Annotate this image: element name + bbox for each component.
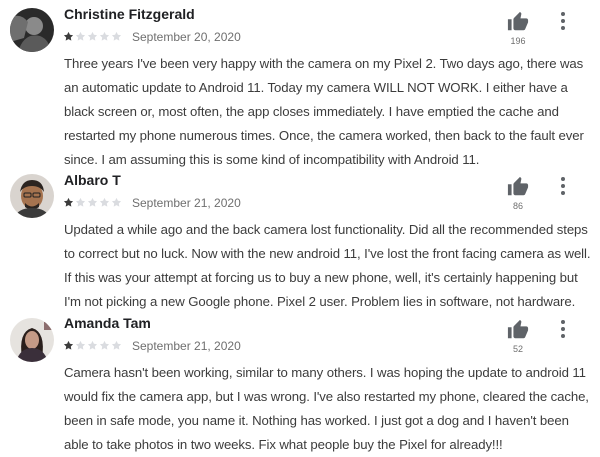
reviewer-name: Christine Fitzgerald [64, 6, 195, 22]
star-empty-icon [87, 197, 98, 207]
star-rating [63, 197, 122, 209]
star-rating [63, 31, 122, 43]
star-rating [63, 340, 122, 352]
review-date: September 20, 2020 [132, 30, 241, 44]
avatar [10, 174, 54, 218]
reviewer-name: Amanda Tam [64, 315, 151, 331]
more-vert-icon[interactable] [556, 11, 570, 31]
reviewer-name: Albaro T [64, 172, 121, 188]
thumb-up-icon[interactable] [507, 319, 529, 341]
helpful-count: 52 [512, 344, 523, 354]
review-date: September 21, 2020 [132, 196, 241, 210]
helpful-count: 86 [512, 201, 523, 211]
more-vert-icon[interactable] [556, 319, 570, 339]
star-empty-icon [75, 31, 86, 41]
avatar [10, 8, 54, 52]
review-text: Updated a while ago and the back camera … [64, 222, 591, 309]
star-filled-icon [63, 197, 74, 207]
review-date: September 21, 2020 [132, 339, 241, 353]
more-vert-icon[interactable] [556, 176, 570, 196]
review-text: Camera hasn't been working, similar to m… [64, 365, 589, 452]
star-empty-icon [75, 340, 86, 350]
star-empty-icon [75, 197, 86, 207]
star-empty-icon [111, 340, 122, 350]
star-empty-icon [111, 197, 122, 207]
star-filled-icon [63, 340, 74, 350]
star-empty-icon [111, 31, 122, 41]
review-text: Three years I've been very happy with th… [64, 56, 584, 167]
star-empty-icon [99, 340, 110, 350]
star-filled-icon [63, 31, 74, 41]
star-empty-icon [87, 340, 98, 350]
avatar [10, 318, 54, 362]
star-empty-icon [99, 197, 110, 207]
helpful-count: 196 [510, 36, 526, 46]
star-empty-icon [87, 31, 98, 41]
star-empty-icon [99, 31, 110, 41]
thumb-up-icon[interactable] [507, 176, 529, 198]
thumb-up-icon[interactable] [507, 11, 529, 33]
